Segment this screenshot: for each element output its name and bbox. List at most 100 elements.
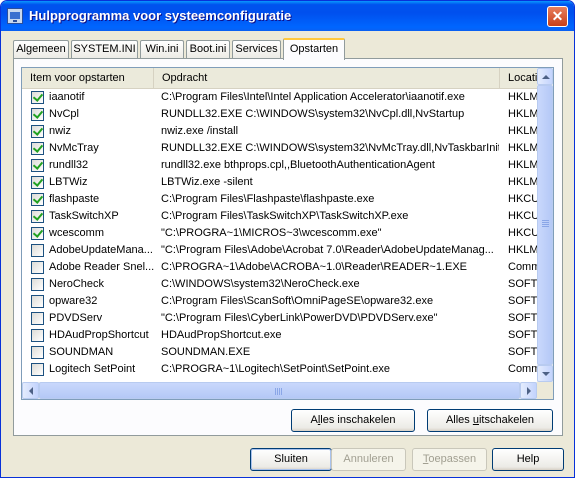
grip-line <box>279 388 280 395</box>
grip-line <box>542 222 549 223</box>
startup-item-name: flashpaste <box>49 193 100 205</box>
startup-item-checkbox[interactable] <box>31 227 44 240</box>
list-item[interactable]: LBTWiz LBTWiz.exe -silent HKLM\SOFTWARE\Mi… <box>22 174 537 191</box>
list-item[interactable]: rundll32 rundll32.exe bthprops.cpl,,Bluet… <box>22 157 537 174</box>
startup-item-checkbox[interactable] <box>31 125 44 138</box>
grip-line <box>277 388 278 395</box>
startup-item-checkbox[interactable] <box>31 176 44 189</box>
list-item[interactable]: Logitech SetPoint C:\PROGRA~1\Logitech\Se… <box>22 361 537 378</box>
grip-line <box>275 388 276 395</box>
tab-opstarten[interactable]: Opstarten <box>283 38 345 60</box>
startup-item-name: SOUNDMAN <box>49 346 114 358</box>
startup-item-command: RUNDLL32.EXE C:\WINDOWS\system32\NvCpl.d… <box>161 108 465 120</box>
startup-item-location: HKLM\SOFTWARE\Microsoft\Windows\CurrentV… <box>508 91 537 103</box>
horizontal-scroll-thumb[interactable] <box>39 382 520 399</box>
tab-boot-ini[interactable]: Boot.ini <box>186 40 230 58</box>
startup-item-location: SOFTWARE\Microsoft\Windows\CurrentVersio… <box>508 312 537 324</box>
startup-item-command: "C:\Program Files\CyberLink\PowerDVD\PDV… <box>161 312 438 324</box>
startup-item-name: TaskSwitchXP <box>49 210 119 222</box>
grip-line <box>542 220 549 221</box>
startup-item-location: SOFTWARE\Microsoft\Windows\CurrentVersio… <box>508 295 537 307</box>
startup-item-checkbox[interactable] <box>31 108 44 121</box>
startup-item-checkbox[interactable] <box>31 346 44 359</box>
list-header: Item voor opstarten Opdracht Locatie <box>22 68 543 89</box>
startup-item-command: SOUNDMAN.EXE <box>161 346 251 358</box>
app-monitor-icon <box>7 8 23 24</box>
list-item[interactable]: Adobe Reader Snel... C:\PROGRA~1\Adobe\AC… <box>22 259 537 276</box>
startup-item-checkbox[interactable] <box>31 312 44 325</box>
startup-item-command: C:\PROGRA~1\Logitech\SetPoint\SetPoint.e… <box>161 363 390 375</box>
startup-item-checkbox[interactable] <box>31 278 44 291</box>
list-item[interactable]: SOUNDMAN SOUNDMAN.EXE SOFTWARE\Microsoft\W… <box>22 344 537 361</box>
enable-all-button[interactable]: Alles inschakelen <box>291 409 415 432</box>
title-bar[interactable]: Hulpprogramma voor systeemconfiguratie ✕ <box>1 1 574 31</box>
startup-item-checkbox[interactable] <box>31 210 44 223</box>
startup-item-location: Common Startup <box>508 261 537 273</box>
startup-item-checkbox[interactable] <box>31 159 44 172</box>
scroll-down-arrow-icon[interactable] <box>537 365 553 382</box>
help-button[interactable]: Help <box>492 448 564 471</box>
startup-item-checkbox[interactable] <box>31 91 44 104</box>
startup-item-location: SOFTWARE\Microsoft\Windows\CurrentVersio… <box>508 346 537 358</box>
list-item[interactable]: PDVDServ "C:\Program Files\CyberLink\Powe… <box>22 310 537 327</box>
column-header-command[interactable]: Opdracht <box>154 68 500 88</box>
startup-item-name: NeroCheck <box>49 278 105 290</box>
tab-services[interactable]: Services <box>232 40 281 58</box>
startup-item-name: rundll32 <box>49 159 89 171</box>
startup-item-command: RUNDLL32.EXE C:\WINDOWS\system32\NvMcTra… <box>161 142 499 154</box>
startup-item-location: HKLM\SOFTWARE\Microsoft\Windows\CurrentV… <box>508 244 537 256</box>
startup-item-checkbox[interactable] <box>31 261 44 274</box>
close-window-button[interactable]: ✕ <box>547 6 568 27</box>
startup-item-checkbox[interactable] <box>31 142 44 155</box>
startup-item-checkbox[interactable] <box>31 363 44 376</box>
startup-item-checkbox[interactable] <box>31 193 44 206</box>
tab-win-ini[interactable]: Win.ini <box>140 40 184 58</box>
startup-items-list[interactable]: Item voor opstarten Opdracht Locatie iaa… <box>21 67 554 400</box>
grip-line <box>281 388 282 395</box>
list-item[interactable]: opware32 C:\Program Files\ScanSoft\OmniPa… <box>22 293 537 310</box>
vertical-scrollbar[interactable] <box>537 68 553 382</box>
startup-item-command: "C:\PROGRA~1\MICROS~3\wcescomm.exe" <box>161 227 382 239</box>
startup-item-command: C:\Program Files\Intel\Intel Application… <box>161 91 465 103</box>
scroll-left-arrow-icon[interactable] <box>22 382 39 399</box>
scroll-up-arrow-icon[interactable] <box>537 68 553 85</box>
startup-item-checkbox[interactable] <box>31 329 44 342</box>
scrollbar-corner <box>537 382 553 399</box>
startup-item-location: HKLM\SOFTWARE\Microsoft\Windows\CurrentV… <box>508 108 537 120</box>
list-item[interactable]: iaanotif C:\Program Files\Intel\Intel App… <box>22 89 537 106</box>
startup-item-location: HKLM\SOFTWARE\Microsoft\Windows\CurrentV… <box>508 142 537 154</box>
startup-item-command: LBTWiz.exe -silent <box>161 176 253 188</box>
scroll-right-arrow-icon[interactable] <box>520 382 537 399</box>
list-item[interactable]: HDAudPropShortcut HDAudPropShortcut.exe SO… <box>22 327 537 344</box>
list-item[interactable]: AdobeUpdateMana... "C:\Program Files\Adob… <box>22 242 537 259</box>
system-config-window: Hulpprogramma voor systeemconfiguratie ✕… <box>0 0 575 478</box>
list-item[interactable]: flashpaste C:\Program Files\Flashpaste\fl… <box>22 191 537 208</box>
list-item[interactable]: wcescomm "C:\PROGRA~1\MICROS~3\wcescomm.e… <box>22 225 537 242</box>
cancel-button[interactable]: Annuleren <box>331 448 406 471</box>
horizontal-scrollbar[interactable] <box>22 382 537 399</box>
startup-item-name: iaanotif <box>49 91 85 103</box>
startup-item-name: NvMcTray <box>49 142 99 154</box>
apply-button[interactable]: Toepassen <box>412 448 487 471</box>
startup-item-name: LBTWiz <box>49 176 88 188</box>
list-item[interactable]: NeroCheck C:\WINDOWS\system32\NeroCheck.e… <box>22 276 537 293</box>
list-item[interactable]: NvMcTray RUNDLL32.EXE C:\WINDOWS\system32… <box>22 140 537 157</box>
close-button[interactable]: Sluiten <box>250 448 332 471</box>
startup-item-checkbox[interactable] <box>31 244 44 257</box>
tab-system-ini[interactable]: SYSTEM.INI <box>71 40 138 58</box>
vertical-scroll-thumb[interactable] <box>537 85 553 365</box>
startup-item-name: HDAudPropShortcut <box>49 329 149 341</box>
startup-item-command: C:\Program Files\Flashpaste\flashpaste.e… <box>161 193 375 205</box>
list-item[interactable]: TaskSwitchXP C:\Program Files\TaskSwitchX… <box>22 208 537 225</box>
startup-item-command: rundll32.exe bthprops.cpl,,BluetoothAuth… <box>161 159 435 171</box>
list-item[interactable]: nwiz nwiz.exe /install HKLM\SOFTWARE\Micro… <box>22 123 537 140</box>
disable-all-button[interactable]: Alles uitschakelen <box>427 409 553 432</box>
startup-item-location: HKCU\SOFTWARE\Microsoft\Windows\CurrentV… <box>508 210 537 222</box>
tab-algemeen[interactable]: Algemeen <box>13 40 69 58</box>
list-item[interactable]: NvCpl RUNDLL32.EXE C:\WINDOWS\system32\Nv… <box>22 106 537 123</box>
startup-item-location: HKCU\SOFTWARE\Microsoft\Windows\CurrentV… <box>508 227 537 239</box>
startup-item-name: opware32 <box>49 295 98 307</box>
column-header-item[interactable]: Item voor opstarten <box>22 68 154 88</box>
startup-item-checkbox[interactable] <box>31 295 44 308</box>
startup-item-location: HKLM\SOFTWARE\Microsoft\Windows\CurrentV… <box>508 159 537 171</box>
